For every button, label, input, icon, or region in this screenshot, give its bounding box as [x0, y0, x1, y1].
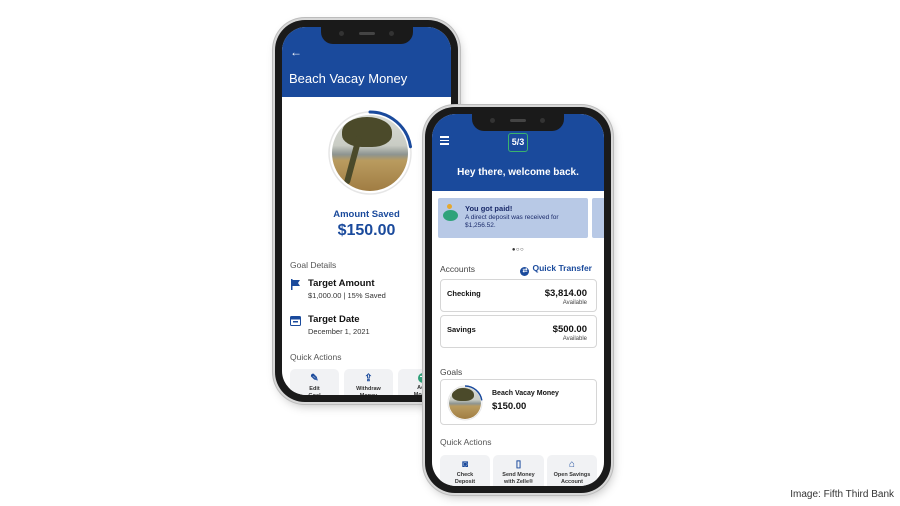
- target-amount-value: $1,000.00 | 15% Saved: [308, 291, 386, 300]
- quick-actions-label: Quick Actions: [440, 437, 492, 447]
- goal-name: Beach Vacay Money: [492, 390, 559, 397]
- page-title: Beach Vacay Money: [289, 71, 408, 86]
- transfer-icon: ⇄: [520, 267, 530, 276]
- target-date-title: Target Date: [308, 314, 360, 325]
- coin-icon: [447, 204, 452, 209]
- notch: [472, 114, 564, 131]
- target-date-value: December 1, 2021: [308, 327, 370, 336]
- goals-label: Goals: [440, 367, 463, 377]
- goal-image: [332, 115, 408, 191]
- home-phone: 5/3 Hey there, welcome back. You got pai…: [425, 107, 611, 493]
- account-status: Available: [562, 336, 587, 342]
- goal-card[interactable]: Beach Vacay Money $150.00: [440, 379, 597, 425]
- calendar-icon: [290, 316, 301, 326]
- account-card-checking[interactable]: Checking $3,814.00 Available: [440, 279, 597, 312]
- bank-icon: ⌂: [568, 459, 576, 470]
- withdraw-money-button[interactable]: ⇪ WithdrawMoney: [344, 369, 393, 395]
- image-caption: Image: Fifth Third Bank: [790, 489, 894, 500]
- goal-details-label: Goal Details: [290, 260, 337, 270]
- home-screen: 5/3 Hey there, welcome back. You got pai…: [432, 114, 604, 486]
- check-deposit-button[interactable]: ◙ Check Deposit: [440, 455, 490, 486]
- account-balance: $3,814.00: [544, 288, 587, 299]
- quick-transfer-button[interactable]: ⇄ Quick Transfer: [520, 263, 592, 276]
- camera-icon: ◙: [461, 459, 469, 470]
- goal-amount: $150.00: [492, 401, 527, 412]
- piggy-bank-icon: [443, 210, 458, 221]
- pencil-icon: ✎: [310, 373, 319, 384]
- quick-actions-label: Quick Actions: [290, 352, 342, 362]
- account-card-savings[interactable]: Savings $500.00 Available: [440, 315, 597, 348]
- account-name: Checking: [447, 289, 481, 298]
- carousel-dots[interactable]: ●○○: [432, 247, 604, 253]
- welcome-message: Hey there, welcome back.: [457, 167, 579, 178]
- bank-logo: 5/3: [508, 133, 528, 152]
- flag-icon: [291, 279, 300, 290]
- promo-text: A direct deposit was received for $1,256…: [465, 214, 559, 229]
- account-balance: $500.00: [552, 324, 587, 335]
- hamburger-menu-icon[interactable]: [440, 136, 449, 147]
- account-status: Available: [562, 300, 587, 306]
- phone-icon: ▯: [515, 459, 522, 470]
- account-name: Savings: [447, 325, 476, 334]
- promo-card[interactable]: You got paid! A direct deposit was recei…: [438, 198, 588, 238]
- promo-title: You got paid!: [465, 204, 513, 213]
- arrow-left-icon[interactable]: ←: [290, 45, 302, 59]
- goal-image: [449, 387, 481, 419]
- accounts-label: Accounts: [440, 264, 475, 274]
- next-promo-card[interactable]: [592, 198, 604, 238]
- send-money-zelle-button[interactable]: ▯ Send Money with Zelle®: [493, 455, 544, 486]
- open-savings-account-button[interactable]: ⌂ Open Savings Account: [547, 455, 597, 486]
- notch: [320, 27, 413, 44]
- edit-goal-button[interactable]: ✎ EditGoal: [290, 369, 339, 395]
- target-amount-title: Target Amount: [308, 278, 375, 289]
- upload-icon: ⇪: [364, 373, 373, 384]
